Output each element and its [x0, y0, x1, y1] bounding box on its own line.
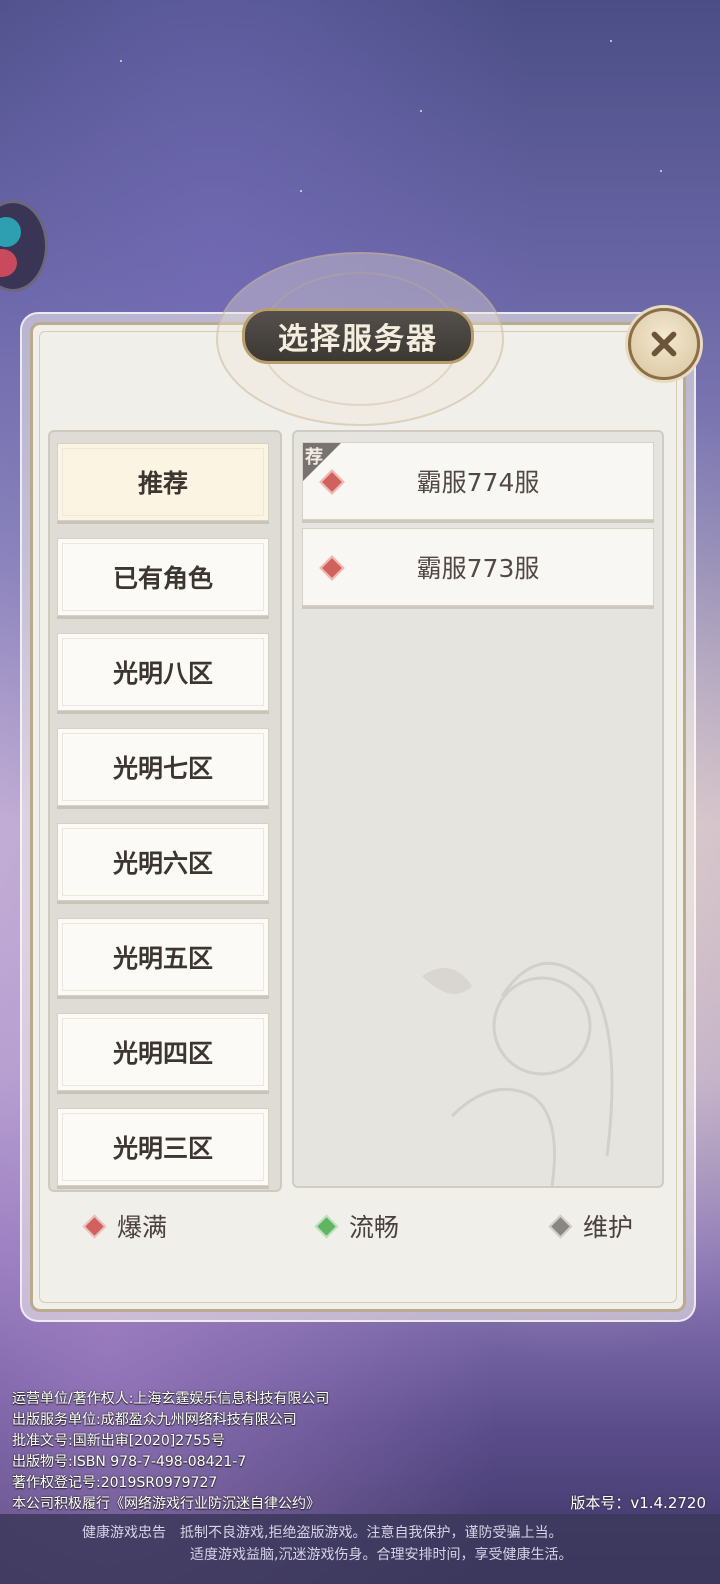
character-watermark: [422, 961, 614, 1186]
close-x-icon: [651, 331, 677, 357]
version-number: 版本号：v1.4.2720: [570, 1494, 706, 1512]
legend-label: 爆满: [117, 1213, 168, 1242]
server-name: 霸服774服: [416, 468, 540, 497]
category-label: 已有角色: [112, 564, 213, 593]
server-select-dialog: 选择服务器 推荐 已有角色 光明八区 光明七区 光明六区 光明五区 光明四区 光…: [20, 252, 700, 1322]
logo-shape: [0, 217, 21, 247]
footer-copyright-reg: 著作权登记号:2019SR0979727: [12, 1475, 218, 1491]
side-logo[interactable]: [0, 200, 48, 292]
server-list[interactable]: 荐 霸服774服 霸服773服: [292, 430, 664, 1188]
category-label: 推荐: [137, 469, 188, 498]
star: [120, 60, 122, 62]
footer-isbn: 出版物号:ISBN 978-7-498-08421-7: [12, 1454, 247, 1470]
category-tab-zone-8[interactable]: 光明八区: [57, 633, 269, 711]
footer-approval: 批准文号:国新出审[2020]2755号: [12, 1433, 225, 1449]
category-label: 光明八区: [112, 659, 213, 688]
status-diamond-icon: [82, 1213, 107, 1239]
category-label: 光明六区: [112, 849, 213, 878]
status-diamond-icon: [314, 1213, 339, 1239]
category-tab-zone-5[interactable]: 光明五区: [57, 918, 269, 996]
health-advisory: 健康游戏忠告 抵制不良游戏,拒绝盗版游戏。注意自我保护，谨防受骗上当。 适度游戏…: [0, 1514, 720, 1584]
server-row[interactable]: 荐 霸服774服: [302, 442, 654, 520]
category-label: 光明三区: [112, 1134, 213, 1163]
legend-maintenance: 维护: [548, 1208, 634, 1244]
star: [300, 190, 302, 192]
legend-full: 爆满: [82, 1208, 168, 1244]
star: [610, 40, 612, 42]
footer-publisher: 出版服务单位:成都盈众九州网络科技有限公司: [12, 1412, 297, 1428]
footer-convention: 本公司积极履行《网络游戏行业防沉迷自律公约》: [12, 1496, 320, 1512]
category-label: 光明七区: [112, 754, 213, 783]
category-tab-zone-7[interactable]: 光明七区: [57, 728, 269, 806]
health-advisory-line: 健康游戏忠告 抵制不良游戏,拒绝盗版游戏。注意自我保护，谨防受骗上当。: [82, 1525, 563, 1541]
category-tab-zone-4[interactable]: 光明四区: [57, 1013, 269, 1091]
dialog-title: 选择服务器: [242, 308, 474, 364]
category-tab-zone-3[interactable]: 光明三区: [57, 1108, 269, 1186]
status-diamond-icon: [548, 1213, 573, 1239]
category-tab-recommended[interactable]: 推荐: [57, 443, 269, 521]
category-tab-zone-6[interactable]: 光明六区: [57, 823, 269, 901]
close-button[interactable]: [628, 308, 700, 380]
category-label: 光明四区: [112, 1039, 213, 1068]
category-label: 光明五区: [112, 944, 213, 973]
category-list[interactable]: 推荐 已有角色 光明八区 光明七区 光明六区 光明五区 光明四区 光明三区: [48, 430, 282, 1192]
server-row[interactable]: 霸服773服: [302, 528, 654, 606]
footer-operator: 运营单位/著作权人:上海玄霆娱乐信息科技有限公司: [12, 1391, 330, 1407]
logo-shape: [0, 249, 17, 277]
legend-label: 维护: [583, 1213, 634, 1242]
health-advisory-line: 适度游戏益脑,沉迷游戏伤身。合理安排时间，享受健康生活。: [190, 1547, 573, 1563]
star: [660, 170, 662, 172]
server-name: 霸服773服: [416, 554, 540, 583]
star: [420, 110, 422, 112]
legend-label: 流畅: [349, 1213, 400, 1242]
category-tab-owned-roles[interactable]: 已有角色: [57, 538, 269, 616]
legend-smooth: 流畅: [314, 1208, 400, 1244]
